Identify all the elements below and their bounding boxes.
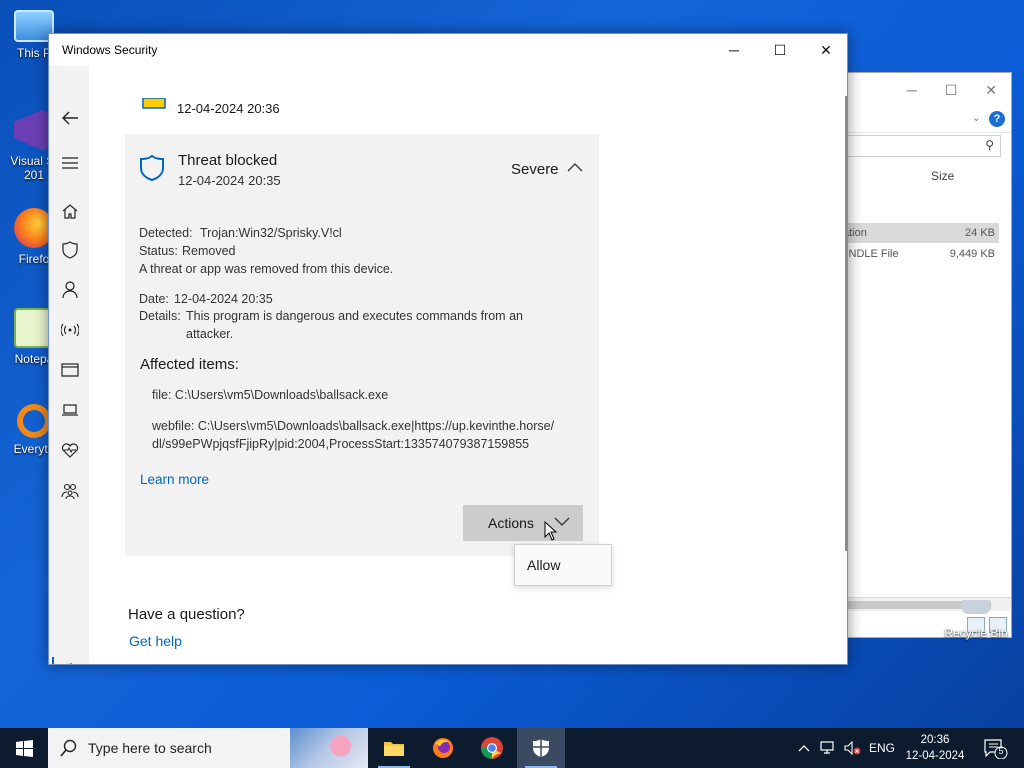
file-explorer-window[interactable]: ─ ☐ ✕ ⌄ ? ⚲ Size ation 24 KB JNDLE File …: [840, 72, 1012, 638]
desktop-icon-label: Recycle Bin: [944, 626, 1008, 640]
taskbar: Type here to search ENG 20:36 12-04-2024…: [0, 728, 1024, 768]
chrome-icon: [481, 737, 503, 759]
shield-icon[interactable]: [59, 239, 81, 261]
clock-date: 12-04-2024: [905, 750, 965, 762]
window-title: Windows Security: [62, 43, 158, 57]
person-icon[interactable]: [59, 279, 81, 301]
navigation-sidebar: [49, 66, 89, 664]
affected-webfile-cont: dl/s99ePWpjqsfFjipRy|pid:2004,ProcessSta…: [152, 437, 530, 451]
detected-value: Trojan:Win32/Sprisky.V!cl: [200, 226, 342, 240]
close-icon[interactable]: ✕: [985, 82, 997, 99]
help-icon[interactable]: ?: [989, 111, 1005, 127]
windows-logo-icon: [15, 739, 33, 757]
date-label: Date:: [139, 292, 169, 306]
severity-label[interactable]: Severe: [511, 161, 559, 178]
minimize-icon[interactable]: ─: [907, 82, 917, 98]
volume-muted-icon: [844, 741, 861, 755]
notification-count: 5: [998, 746, 1004, 756]
menu-icon[interactable]: [59, 152, 81, 174]
file-row[interactable]: JNDLE File 9,449 KB: [841, 244, 999, 264]
network-icon: [820, 741, 834, 754]
taskbar-file-explorer[interactable]: [370, 728, 418, 768]
taskbar-chrome[interactable]: [468, 728, 516, 768]
taskbar-windows-security[interactable]: [517, 728, 565, 768]
search-icon: ⚲: [985, 138, 994, 152]
language-indicator[interactable]: ENG: [866, 728, 898, 768]
network-status-button[interactable]: [818, 728, 840, 768]
chevron-down-icon[interactable]: ⌄: [972, 111, 981, 124]
help-question: Have a question?: [128, 606, 245, 623]
details-label: Details:: [139, 309, 181, 323]
minimize-button[interactable]: ─: [711, 34, 757, 66]
gear-icon[interactable]: [59, 659, 81, 664]
search-icon: [60, 739, 77, 757]
notification-icon: [984, 739, 1008, 760]
previous-item-date: 12-04-2024 20:36: [177, 101, 280, 116]
chevron-up-icon: [798, 745, 810, 752]
wifi-icon[interactable]: [59, 319, 81, 341]
windows-security-window[interactable]: Windows Security ─ ☐ ✕ 12-04-2024 20:36 …: [48, 33, 848, 665]
menu-item-allow[interactable]: Allow: [527, 557, 560, 573]
explorer-titlebar: ─ ☐ ✕: [841, 73, 1011, 107]
show-hidden-icons-button[interactable]: [794, 728, 814, 768]
desktop-icon-recycle-bin[interactable]: Recycle Bin: [940, 600, 1012, 640]
details-value-cont: attacker.: [186, 327, 234, 341]
explorer-ribbon: ⌄ ?: [841, 107, 1011, 133]
maximize-button[interactable]: ☐: [757, 34, 803, 66]
column-header-size[interactable]: Size: [931, 169, 954, 183]
affected-items-heading: Affected items:: [140, 356, 239, 373]
affected-webfile: webfile: C:\Users\vm5\Downloads\ballsack…: [152, 419, 555, 433]
mouse-cursor-icon: [544, 521, 558, 541]
everything-icon: [17, 404, 51, 438]
search-highlight-image: [290, 728, 368, 768]
status-note: A threat or app was removed from this de…: [139, 262, 394, 276]
laptop-icon[interactable]: [59, 399, 81, 421]
status-value: Removed: [182, 244, 236, 258]
folder-icon: [384, 742, 404, 756]
learn-more-link[interactable]: Learn more: [140, 472, 209, 487]
date-value: 12-04-2024 20:35: [174, 292, 273, 306]
app-browser-icon[interactable]: [59, 359, 81, 381]
affected-file: file: C:\Users\vm5\Downloads\ballsack.ex…: [152, 388, 389, 402]
action-center-button[interactable]: 5: [984, 739, 1008, 762]
details-value: This program is dangerous and executes c…: [186, 309, 523, 323]
threat-title: Threat blocked: [178, 152, 278, 169]
actions-dropdown-menu: Allow: [514, 544, 612, 586]
maximize-icon[interactable]: ☐: [945, 82, 958, 99]
previous-item-icon: [142, 98, 166, 109]
protection-history-content: 12-04-2024 20:36 Threat blocked 12-04-20…: [89, 66, 847, 664]
shield-icon: [533, 739, 549, 757]
window-titlebar[interactable]: Windows Security ─ ☐ ✕: [49, 34, 847, 66]
volume-button[interactable]: [842, 728, 864, 768]
actions-button[interactable]: Actions: [463, 505, 583, 541]
taskbar-firefox[interactable]: [419, 728, 467, 768]
threat-card: Threat blocked 12-04-2024 20:35 Severe D…: [125, 134, 599, 556]
firefox-icon: [433, 738, 453, 758]
actions-label: Actions: [488, 515, 534, 531]
recycle-bin-icon: [962, 600, 990, 614]
back-arrow-icon[interactable]: [59, 107, 81, 129]
status-label: Status:: [139, 244, 178, 258]
vertical-scrollbar[interactable]: [845, 66, 847, 664]
threat-date: 12-04-2024 20:35: [178, 173, 281, 188]
family-icon[interactable]: [59, 480, 81, 502]
search-placeholder: Type here to search: [88, 740, 212, 756]
detected-label: Detected:: [139, 226, 193, 240]
explorer-search-input[interactable]: ⚲: [841, 135, 1001, 157]
heart-icon[interactable]: [59, 439, 81, 461]
file-row[interactable]: ation 24 KB: [841, 223, 999, 243]
chevron-up-icon[interactable]: [567, 162, 583, 172]
start-button[interactable]: [0, 728, 48, 768]
close-button[interactable]: ✕: [803, 34, 847, 66]
home-icon[interactable]: [59, 200, 81, 222]
taskbar-search-input[interactable]: Type here to search: [48, 728, 368, 768]
get-help-link[interactable]: Get help: [129, 633, 182, 649]
shield-icon: [140, 154, 164, 182]
clock-time: 20:36: [920, 734, 950, 746]
active-nav-indicator: [52, 657, 54, 664]
system-clock[interactable]: 20:36 12-04-2024: [900, 732, 970, 764]
